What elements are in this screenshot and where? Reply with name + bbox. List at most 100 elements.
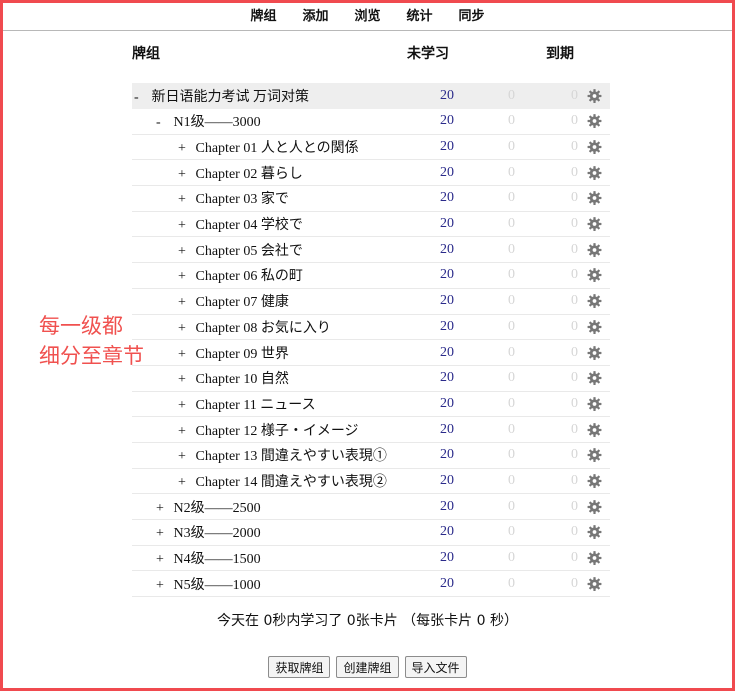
gear-icon[interactable] <box>587 294 602 309</box>
gear-icon[interactable] <box>587 396 602 411</box>
due-count: 0 <box>571 550 578 566</box>
deck-link[interactable]: Chapter 06 私の町 <box>196 269 303 284</box>
gear-icon[interactable] <box>587 473 602 488</box>
expand-toggle[interactable]: + <box>178 424 192 440</box>
expand-toggle[interactable]: + <box>178 449 192 465</box>
expand-toggle[interactable]: + <box>178 475 192 491</box>
nav-add[interactable]: 添加 <box>289 3 341 30</box>
deck-link[interactable]: 新日语能力考试 万词对策 <box>152 90 310 105</box>
expand-toggle[interactable]: + <box>178 269 192 285</box>
import-file-button[interactable]: 导入文件 <box>404 656 467 678</box>
collapse-toggle[interactable]: - <box>134 90 148 106</box>
expand-toggle[interactable]: + <box>178 141 192 157</box>
new-count: 20 <box>440 524 454 540</box>
deck-link[interactable]: Chapter 10 自然 <box>196 372 289 387</box>
gear-icon[interactable] <box>587 191 602 206</box>
deck-link[interactable]: Chapter 12 様子・イメージ <box>196 424 359 439</box>
due-count: 0 <box>571 113 578 129</box>
deck-link[interactable]: Chapter 01 人と人との関係 <box>196 141 359 156</box>
due-count: 0 <box>571 293 578 309</box>
deck-link[interactable]: Chapter 05 会社で <box>196 244 303 259</box>
deck-link[interactable]: Chapter 07 健康 <box>196 295 289 310</box>
new-count: 20 <box>440 139 454 155</box>
new-count: 20 <box>440 164 454 180</box>
deck-link[interactable]: N3级——2000 <box>174 526 261 541</box>
deck-link[interactable]: N4级——1500 <box>174 552 261 567</box>
gear-icon[interactable] <box>587 89 602 104</box>
deck-link[interactable]: Chapter 14 間違えやすい表現② <box>196 475 387 490</box>
expand-toggle[interactable]: + <box>178 244 192 260</box>
expand-toggle[interactable]: + <box>178 192 192 208</box>
nav-browse[interactable]: 浏览 <box>341 3 393 30</box>
new-count: 20 <box>440 190 454 206</box>
expand-toggle[interactable]: + <box>178 295 192 311</box>
expand-toggle[interactable]: + <box>178 347 192 363</box>
gear-icon[interactable] <box>587 165 602 180</box>
gear-icon[interactable] <box>587 268 602 283</box>
deck-link[interactable]: Chapter 02 暮らし <box>196 167 303 182</box>
gear-icon[interactable] <box>587 499 602 514</box>
deck-link[interactable]: N2级——2500 <box>174 501 261 516</box>
deck-row: + Chapter 12 様子・イメージ 20 0 0 <box>132 417 610 443</box>
deck-link[interactable]: N1级——3000 <box>174 115 261 130</box>
expand-toggle[interactable]: + <box>156 578 170 594</box>
top-toolbar: 牌组 添加 浏览 统计 同步 <box>3 3 732 31</box>
expand-toggle[interactable]: + <box>178 167 192 183</box>
gear-icon[interactable] <box>587 551 602 566</box>
due-count: 0 <box>571 88 578 103</box>
deck-row: + Chapter 04 学校で 20 0 0 <box>132 212 610 238</box>
deck-row: + Chapter 05 会社で 20 0 0 <box>132 237 610 264</box>
deck-table-header: 牌组 未学习 到期 <box>132 43 610 65</box>
deck-row: + N4级——1500 20 0 0 <box>132 546 610 572</box>
gear-icon[interactable] <box>587 371 602 386</box>
expand-toggle[interactable]: + <box>178 321 192 337</box>
nav-sync[interactable]: 同步 <box>446 3 498 30</box>
due-count: 0 <box>571 241 578 257</box>
expand-toggle[interactable]: + <box>156 526 170 542</box>
deck-name-cell: - 新日语能力考试 万词对策 <box>134 86 309 106</box>
deck-row: + Chapter 06 私の町 20 0 0 <box>132 263 610 289</box>
gear-icon[interactable] <box>587 345 602 360</box>
get-shared-decks-button[interactable]: 获取牌组 <box>268 656 331 678</box>
deck-link[interactable]: Chapter 04 学校で <box>196 218 303 233</box>
deck-link[interactable]: N5级——1000 <box>174 578 261 593</box>
gear-icon[interactable] <box>587 422 602 437</box>
gear-icon[interactable] <box>587 140 602 155</box>
gear-icon[interactable] <box>587 319 602 334</box>
deck-name-cell: + N2级——2500 <box>156 497 261 517</box>
deck-link[interactable]: Chapter 13 間違えやすい表現① <box>196 449 387 464</box>
column-header-new: 未学习 <box>407 46 449 62</box>
expand-toggle[interactable]: + <box>156 501 170 517</box>
new-count: 20 <box>440 472 454 488</box>
deck-link[interactable]: Chapter 11 ニュース <box>196 398 316 413</box>
expand-toggle[interactable]: + <box>178 372 192 388</box>
deck-list: - 新日语能力考试 万词对策 20 0 0- N1级——3000 20 0 0 + Chapt… <box>132 83 610 598</box>
deck-link[interactable]: Chapter 09 世界 <box>196 347 289 362</box>
annotation-note: 每一级都 细分至章节 <box>39 311 144 371</box>
expand-toggle[interactable]: + <box>178 218 192 234</box>
deck-name-cell: + N3级——2000 <box>156 522 261 542</box>
deck-name-cell: + Chapter 03 家で <box>178 188 289 208</box>
due-count: 0 <box>571 344 578 360</box>
gear-icon[interactable] <box>587 448 602 463</box>
gear-icon[interactable] <box>587 576 602 591</box>
learning-count: 0 <box>508 318 515 334</box>
gear-icon[interactable] <box>587 217 602 232</box>
expand-toggle[interactable]: + <box>178 398 192 414</box>
gear-icon[interactable] <box>587 242 602 257</box>
new-count: 20 <box>440 395 454 411</box>
deck-row: + Chapter 14 間違えやすい表現② 20 0 0 <box>132 469 610 495</box>
deck-link[interactable]: Chapter 08 お気に入り <box>196 321 331 336</box>
deck-link[interactable]: Chapter 03 家で <box>196 192 289 207</box>
deck-row: + Chapter 01 人と人との関係 20 0 0 <box>132 135 610 161</box>
nav-decks[interactable]: 牌组 <box>237 3 289 30</box>
due-count: 0 <box>571 216 578 232</box>
deck-name-cell: + N4级——1500 <box>156 548 261 568</box>
new-count: 20 <box>440 370 454 386</box>
create-deck-button[interactable]: 创建牌组 <box>336 656 399 678</box>
gear-icon[interactable] <box>587 114 602 129</box>
collapse-toggle[interactable]: - <box>156 115 170 131</box>
gear-icon[interactable] <box>587 525 602 540</box>
nav-stats[interactable]: 统计 <box>394 3 446 30</box>
expand-toggle[interactable]: + <box>156 552 170 568</box>
